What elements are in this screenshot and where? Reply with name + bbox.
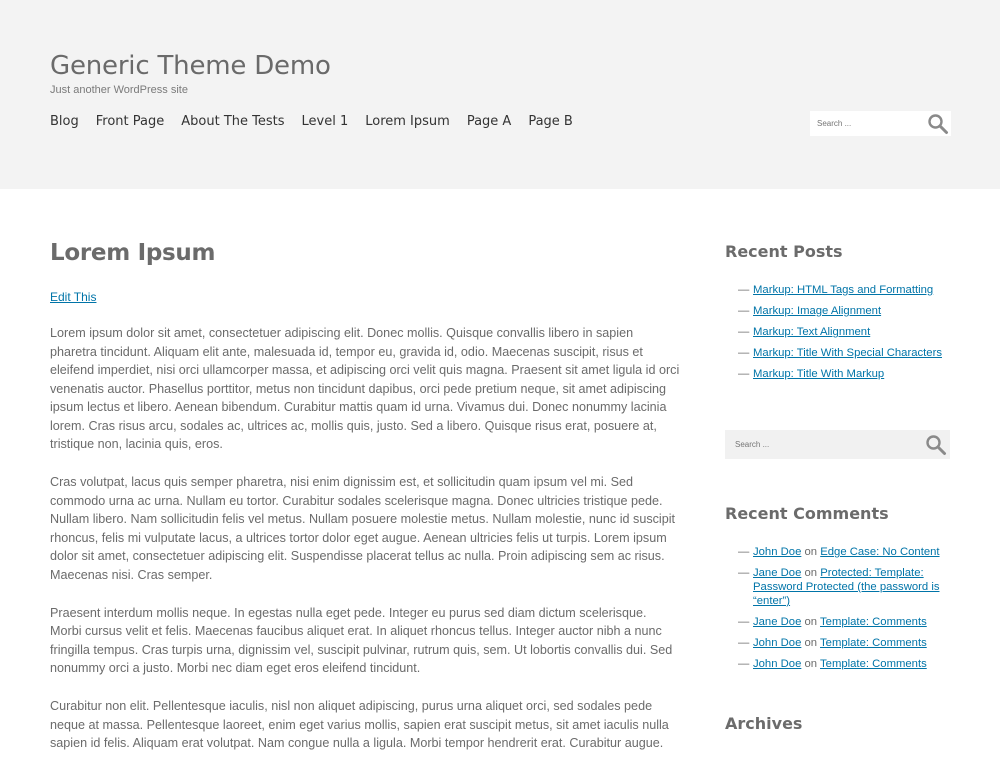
comment-author-link[interactable]: John Doe xyxy=(753,658,801,670)
nav-item-about-the-tests[interactable]: About The Tests xyxy=(181,114,284,130)
dash: — xyxy=(738,305,750,317)
page-title: Lorem Ipsum xyxy=(50,240,216,266)
nav-item-page-a[interactable]: Page A xyxy=(467,114,512,130)
comment-on-text: on xyxy=(804,658,818,670)
dash: — xyxy=(738,637,750,649)
dash: — xyxy=(738,326,750,338)
dash: — xyxy=(738,616,750,628)
recent-post-link[interactable]: Markup: Title With Special Characters xyxy=(753,347,942,359)
dash: — xyxy=(738,567,750,579)
header-search-button[interactable] xyxy=(927,113,949,135)
edit-link[interactable]: Edit This xyxy=(50,290,96,304)
recent-post-link[interactable]: Markup: Title With Markup xyxy=(753,368,884,380)
comment-author-link[interactable]: Jane Doe xyxy=(753,616,801,628)
recent-comments-title: Recent Comments xyxy=(725,504,889,523)
site-title[interactable]: Generic Theme Demo xyxy=(50,51,331,81)
site-description: Just another WordPress site xyxy=(50,84,188,96)
nav-item-level-1[interactable]: Level 1 xyxy=(302,114,349,130)
comment-author-link[interactable]: Jane Doe xyxy=(753,567,801,579)
recent-posts-list: — Markup: HTML Tags and Formatting — Marku… xyxy=(738,283,968,388)
list-item: — Jane Doe on Protected: Template: Passwo… xyxy=(738,566,968,608)
list-item: — John Doe on Template: Comments xyxy=(738,636,968,650)
recent-post-link[interactable]: Markup: HTML Tags and Formatting xyxy=(753,284,933,296)
sidebar-search-form xyxy=(725,430,950,459)
content-paragraph: Cras volutpat, lacus quis semper pharetr… xyxy=(50,475,676,582)
list-item: — Markup: Title With Markup xyxy=(738,367,968,381)
nav-item-blog[interactable]: Blog xyxy=(50,114,79,130)
header-search-input[interactable] xyxy=(810,111,926,136)
list-item: — Jane Doe on Template: Comments xyxy=(738,615,968,629)
comment-author-link[interactable]: John Doe xyxy=(753,546,801,558)
header-search-form xyxy=(810,111,951,136)
dash: — xyxy=(738,368,750,380)
site-header: Generic Theme Demo Just another WordPres… xyxy=(0,0,1000,189)
sidebar-search-input[interactable] xyxy=(725,430,920,459)
content-paragraph: Lorem ipsum dolor sit amet, consectetuer… xyxy=(50,326,680,451)
content-paragraph: Praesent interdum mollis neque. In egest… xyxy=(50,605,673,676)
search-icon xyxy=(928,114,948,134)
primary-nav: Blog Front Page About The Tests Level 1 … xyxy=(50,114,590,130)
nav-item-lorem-ipsum[interactable]: Lorem Ipsum xyxy=(365,114,450,130)
content-paragraph: Curabitur non elit. Pellentesque iaculis… xyxy=(50,699,669,750)
list-item: — John Doe on Edge Case: No Content xyxy=(738,545,968,559)
archives-title: Archives xyxy=(725,714,803,733)
dash: — xyxy=(738,284,750,296)
comment-on-text: on xyxy=(804,616,818,628)
comment-on-text: on xyxy=(804,637,818,649)
recent-posts-title: Recent Posts xyxy=(725,242,843,261)
comment-author-link[interactable]: John Doe xyxy=(753,637,801,649)
comment-post-link[interactable]: Template: Comments xyxy=(820,637,927,649)
list-item: — John Doe on Template: Comments xyxy=(738,657,968,671)
list-item: — Markup: Text Alignment xyxy=(738,325,968,339)
recent-post-link[interactable]: Markup: Text Alignment xyxy=(753,326,870,338)
nav-item-page-b[interactable]: Page B xyxy=(528,114,573,130)
comment-post-link[interactable]: Edge Case: No Content xyxy=(820,546,939,558)
comment-post-link[interactable]: Template: Comments xyxy=(820,658,927,670)
comment-on-text: on xyxy=(804,546,818,558)
list-item: — Markup: HTML Tags and Formatting xyxy=(738,283,968,297)
list-item: — Markup: Title With Special Characters xyxy=(738,346,968,360)
sidebar-search-button[interactable] xyxy=(925,434,947,456)
nav-item-front-page[interactable]: Front Page xyxy=(96,114,165,130)
list-item: — Markup: Image Alignment xyxy=(738,304,968,318)
recent-post-link[interactable]: Markup: Image Alignment xyxy=(753,305,881,317)
comment-post-link[interactable]: Template: Comments xyxy=(820,616,927,628)
search-icon xyxy=(926,435,946,455)
entry-content: Lorem ipsum dolor sit amet, consectetuer… xyxy=(50,324,680,772)
dash: — xyxy=(738,546,750,558)
comment-on-text: on xyxy=(804,567,818,579)
recent-comments-list: — John Doe on Edge Case: No Content — Jane… xyxy=(738,545,968,678)
dash: — xyxy=(738,347,750,359)
dash: — xyxy=(738,658,750,670)
